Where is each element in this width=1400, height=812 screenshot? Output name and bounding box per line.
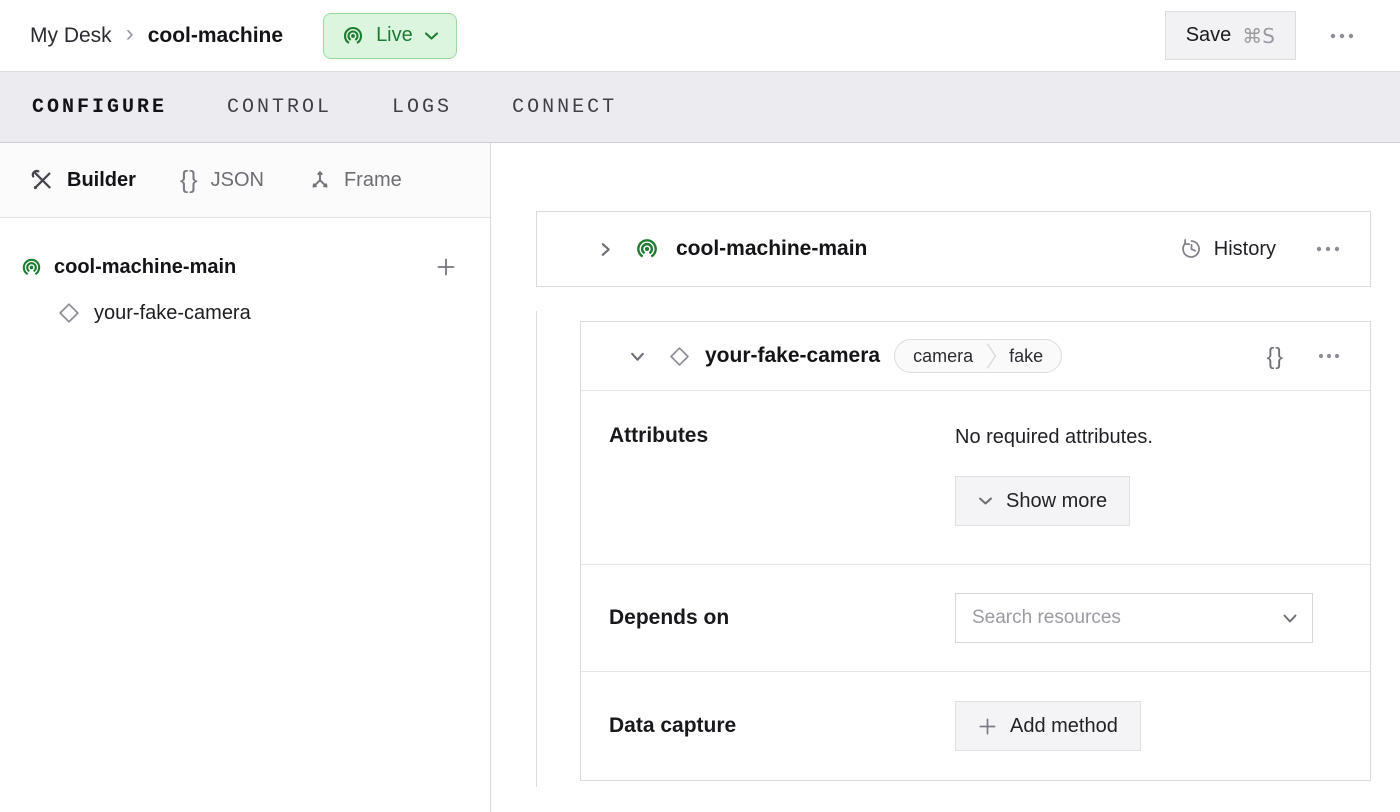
component-card: your-fake-camera camera fake {} <box>580 321 1371 781</box>
content-area: Builder {} JSON Frame <box>0 143 1400 812</box>
depends-on-label: Depends on <box>609 606 955 630</box>
chevron-down-icon <box>629 348 646 365</box>
braces-icon: {} <box>180 166 199 195</box>
machine-nav-tabs: CONFIGURE CONTROL LOGS CONNECT <box>0 71 1400 143</box>
attributes-value: No required attributes. Show more <box>955 424 1153 526</box>
live-broadcast-icon <box>341 24 365 48</box>
component-diamond-icon <box>57 301 81 325</box>
component-title: your-fake-camera <box>705 344 880 368</box>
braces-icon: {} <box>1267 343 1284 370</box>
save-button-label: Save <box>1186 24 1232 47</box>
live-machine-icon <box>634 236 660 262</box>
part-overflow-menu-button[interactable] <box>1310 240 1346 258</box>
top-bar: My Desk › cool-machine Live Save ⌘S <box>0 0 1400 71</box>
live-machine-icon <box>20 256 43 279</box>
machine-part-card: cool-machine-main History <box>536 211 1371 287</box>
chevron-down-icon <box>424 31 439 41</box>
component-card-header: your-fake-camera camera fake {} <box>581 322 1370 391</box>
expand-part-button[interactable] <box>597 241 614 258</box>
config-main-panel: cool-machine-main History <box>491 143 1400 812</box>
config-sidebar: Builder {} JSON Frame <box>0 143 491 812</box>
machine-status-label: Live <box>376 24 413 47</box>
edit-json-button[interactable]: {} <box>1261 337 1290 376</box>
mode-tab-frame[interactable]: Frame <box>308 168 402 192</box>
depends-on-select[interactable] <box>955 593 1313 643</box>
mode-tab-builder[interactable]: Builder <box>30 168 136 193</box>
ellipsis-icon <box>1318 353 1340 359</box>
data-capture-section: Data capture Add method <box>581 672 1370 780</box>
plus-icon <box>978 717 997 736</box>
depends-on-section: Depends on <box>581 565 1370 672</box>
component-overflow-menu-button[interactable] <box>1312 347 1346 365</box>
save-button[interactable]: Save ⌘S <box>1165 11 1296 60</box>
tab-connect[interactable]: CONNECT <box>512 96 617 119</box>
plus-icon <box>436 257 456 277</box>
resource-tree: cool-machine-main your-fake-camera <box>0 218 490 332</box>
data-capture-label: Data capture <box>609 714 955 738</box>
part-connector-line <box>536 311 537 787</box>
show-more-label: Show more <box>1006 490 1107 513</box>
tree-item-component[interactable]: your-fake-camera <box>0 294 490 332</box>
mode-json-label: JSON <box>211 169 264 192</box>
component-type-badge: camera fake <box>894 339 1062 373</box>
config-mode-switcher: Builder {} JSON Frame <box>0 143 490 218</box>
history-label: History <box>1214 238 1276 261</box>
chevron-down-icon <box>1282 613 1298 624</box>
ellipsis-icon <box>1330 33 1354 39</box>
tools-icon <box>30 168 55 193</box>
attributes-empty-message: No required attributes. <box>955 424 1153 450</box>
tree-item-machine-part[interactable]: cool-machine-main <box>0 248 490 286</box>
collapse-component-button[interactable] <box>629 348 646 365</box>
component-diamond-icon <box>668 345 691 368</box>
component-type: camera <box>895 346 986 367</box>
attributes-label: Attributes <box>609 424 955 526</box>
tab-logs[interactable]: LOGS <box>392 96 452 119</box>
history-clock-icon <box>1179 237 1203 261</box>
machine-status-dropdown[interactable]: Live <box>323 13 457 59</box>
mode-frame-label: Frame <box>344 169 402 192</box>
chevron-down-icon <box>978 496 993 506</box>
tree-machine-part-label: cool-machine-main <box>54 256 236 279</box>
mode-tab-json[interactable]: {} JSON <box>180 166 264 195</box>
breadcrumb-separator: › <box>126 22 134 49</box>
save-shortcut-hint: ⌘S <box>1242 24 1275 48</box>
axes-icon <box>308 168 332 192</box>
add-method-button[interactable]: Add method <box>955 701 1141 751</box>
topbar-overflow-menu-button[interactable] <box>1324 27 1360 45</box>
page-title: cool-machine <box>148 24 283 48</box>
search-resources-input[interactable] <box>972 607 1274 629</box>
breadcrumb: My Desk › cool-machine <box>30 22 283 49</box>
tab-control[interactable]: CONTROL <box>227 96 332 119</box>
attributes-section: Attributes No required attributes. Show … <box>581 391 1370 565</box>
chevron-right-icon <box>597 241 614 258</box>
add-resource-button[interactable] <box>430 251 462 283</box>
ellipsis-icon <box>1316 246 1340 252</box>
tab-configure[interactable]: CONFIGURE <box>32 96 167 119</box>
mode-builder-label: Builder <box>67 169 136 192</box>
badge-divider <box>986 339 997 373</box>
machine-part-title: cool-machine-main <box>676 237 867 261</box>
breadcrumb-parent-link[interactable]: My Desk <box>30 24 112 48</box>
tree-component-label: your-fake-camera <box>94 302 251 325</box>
add-method-label: Add method <box>1010 715 1118 738</box>
show-more-button[interactable]: Show more <box>955 476 1130 526</box>
machine-config-app: My Desk › cool-machine Live Save ⌘S <box>0 0 1400 812</box>
component-model: fake <box>997 346 1061 367</box>
history-button[interactable]: History <box>1179 237 1276 261</box>
